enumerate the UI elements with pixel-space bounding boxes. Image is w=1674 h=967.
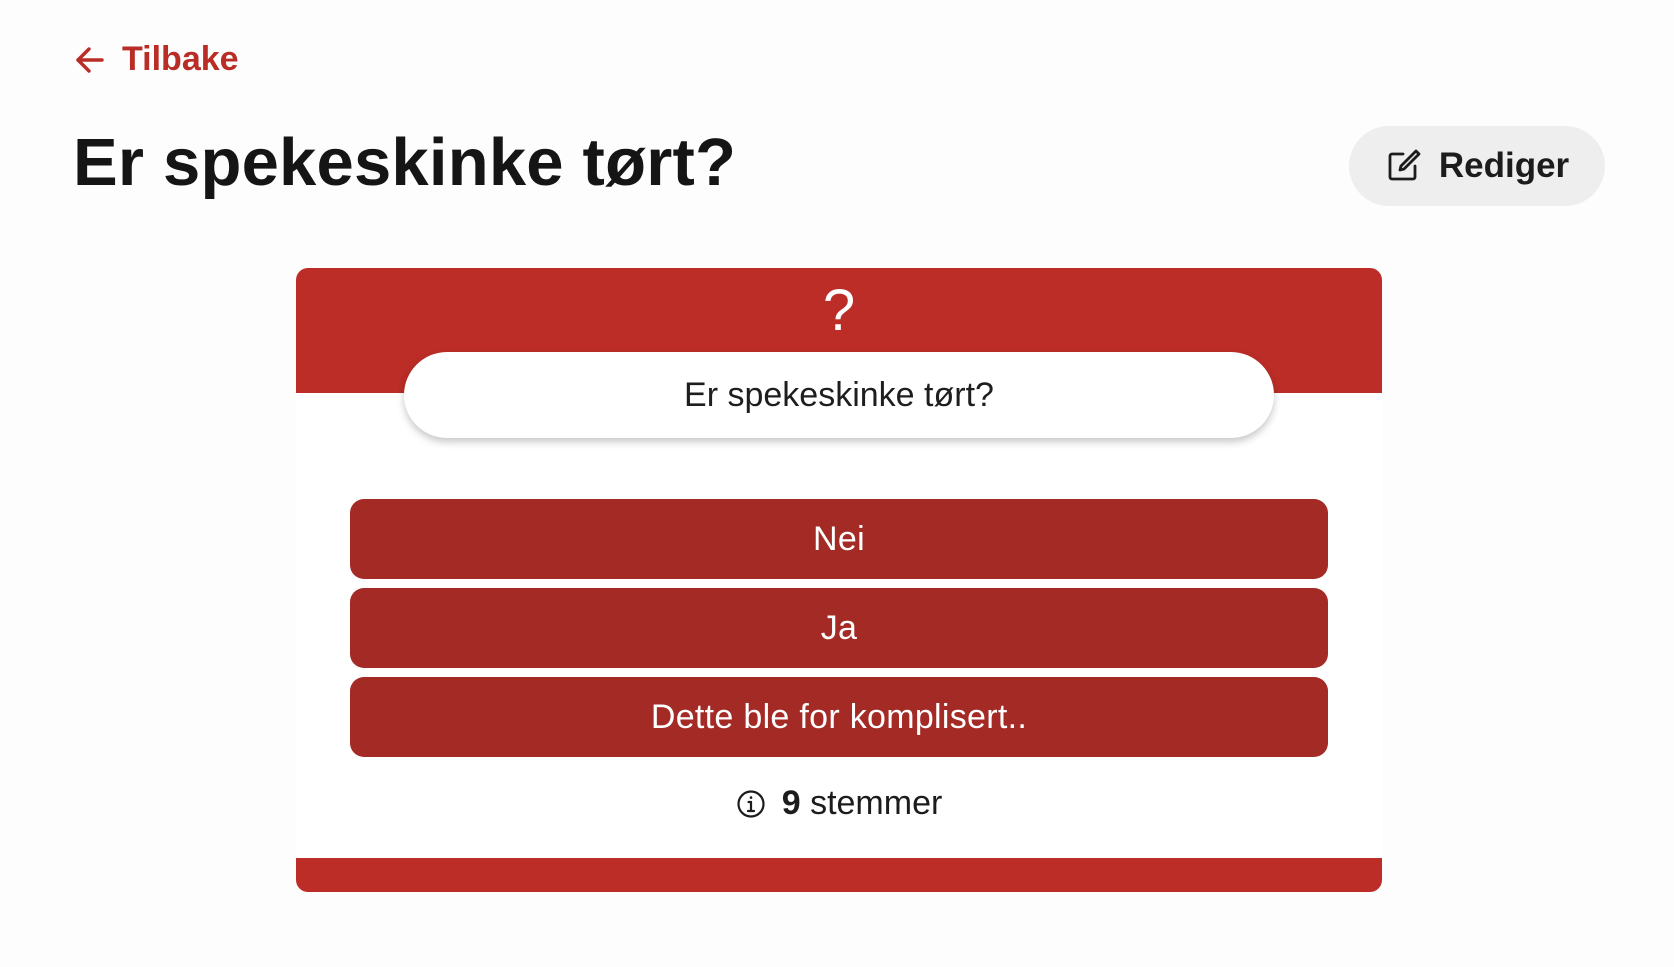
info-icon bbox=[736, 789, 766, 819]
poll-options: Nei Ja Dette ble for komplisert.. bbox=[350, 499, 1328, 766]
vote-summary: 9 stemmer bbox=[296, 784, 1382, 823]
vote-unit: stemmer bbox=[810, 784, 943, 822]
edit-button-label: Rediger bbox=[1438, 146, 1570, 185]
poll-card: ? Er spekeskinke tørt? Nei Ja Dette ble … bbox=[296, 268, 1382, 892]
edit-icon bbox=[1385, 148, 1421, 184]
edit-button[interactable]: Rediger bbox=[1349, 126, 1605, 206]
back-link-label: Tilbake bbox=[122, 40, 239, 78]
poll-question: Er spekeskinke tørt? bbox=[404, 352, 1274, 438]
poll-page: Tilbake Er spekeskinke tørt? Rediger ? E… bbox=[0, 0, 1674, 967]
option-button-komplisert[interactable]: Dette ble for komplisert.. bbox=[350, 677, 1328, 757]
poll-footer bbox=[296, 858, 1382, 892]
question-mark-icon: ? bbox=[822, 278, 856, 343]
option-button-nei[interactable]: Nei bbox=[350, 499, 1328, 579]
page-title: Er spekeskinke tørt? bbox=[73, 125, 737, 200]
back-link[interactable]: Tilbake bbox=[74, 40, 239, 79]
option-button-ja[interactable]: Ja bbox=[350, 588, 1328, 668]
arrow-left-icon bbox=[74, 44, 106, 76]
vote-count: 9 bbox=[781, 784, 801, 822]
